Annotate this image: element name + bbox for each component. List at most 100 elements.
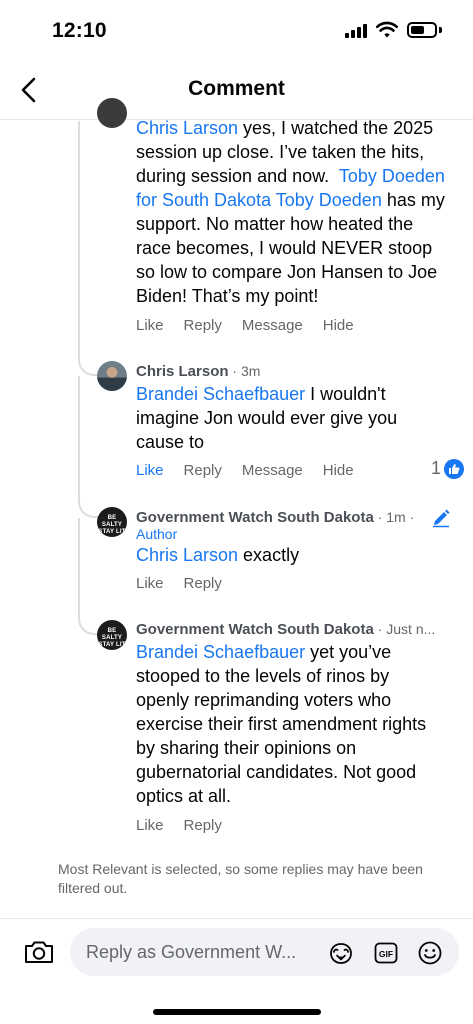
mention-link[interactable]: for South Dakota Toby Doeden (136, 190, 382, 210)
avatar[interactable] (97, 98, 127, 128)
comment-timestamp: · Just n... (373, 621, 436, 637)
comment-line: Chris Larson yes, I watched the 2025 (136, 116, 462, 140)
like-button[interactable]: Like (136, 575, 164, 592)
mention-link[interactable]: Chris Larson (136, 545, 238, 565)
author-name[interactable]: Chris Larson (136, 363, 229, 380)
comment-actions: Like Reply (136, 817, 242, 834)
hide-button[interactable]: Hide (323, 317, 354, 334)
emoji-icon[interactable] (417, 940, 443, 966)
edit-pencil-icon[interactable] (431, 508, 451, 528)
comment-body: Chris Larson exactly (136, 543, 462, 567)
comment-body: Brandei Schaefbauer yet you’ve stooped to… (136, 640, 462, 808)
comment-actions: Like Reply Message Hide (136, 317, 374, 334)
thread-connector (78, 496, 100, 518)
message-button[interactable]: Message (242, 462, 303, 479)
comment-text: support. No matter how heated the (136, 214, 414, 234)
hide-button[interactable]: Hide (323, 462, 354, 479)
comment-line: so low to compare Jon Hansen to Joe (136, 260, 462, 284)
comment-text: race becomes, I would NEVER stoop (136, 238, 433, 258)
comment-text: during session and now. (136, 166, 339, 186)
comment-text: exactly (238, 545, 300, 565)
mention-link[interactable]: Toby Doeden (339, 166, 445, 186)
comment-line: by sharing their opinions on (136, 736, 462, 760)
thread-line (78, 376, 80, 496)
mention-link[interactable]: Brandei Schaefbauer (136, 384, 305, 404)
thread-line (78, 121, 80, 354)
battery-nub (439, 27, 442, 33)
comment-header: Government Watch South Dakota · 1m · (136, 509, 414, 526)
thread-line (78, 518, 80, 613)
page-title: Comment (188, 77, 285, 100)
avatar-sticker-icon[interactable] (328, 940, 354, 966)
header: Comment (0, 60, 473, 120)
cellular-signal-icon (345, 24, 369, 38)
comment-line: optics at all. (136, 784, 462, 808)
comment-line: exercise their first amendment rights (136, 712, 462, 736)
comment-text: session up close. I’ve taken the hits, (136, 142, 425, 162)
home-indicator (153, 1009, 321, 1015)
camera-icon[interactable] (22, 935, 56, 969)
reaction-count[interactable]: 1 (431, 458, 464, 479)
comment-line: cause to (136, 430, 462, 454)
mention-link[interactable]: Chris Larson (136, 118, 238, 138)
svg-text:GIF: GIF (379, 949, 393, 959)
comment-text: optics at all. (136, 786, 232, 806)
filter-notice: Most Relevant is selected, so some repli… (58, 861, 423, 896)
comment-header: Chris Larson · 3m (136, 363, 260, 380)
comment-line: race becomes, I would NEVER stoop (136, 236, 462, 260)
reply-button[interactable]: Reply (184, 317, 222, 334)
comment-line: stooped to the levels of rinos by (136, 664, 462, 688)
author-badge: Author (136, 526, 178, 542)
like-button[interactable]: Like (136, 817, 164, 834)
comment-line: openly reprimanding voters who (136, 688, 462, 712)
message-button[interactable]: Message (242, 317, 303, 334)
comment-line: imagine Jon would ever give you (136, 406, 462, 430)
comment-line: support. No matter how heated the (136, 212, 462, 236)
avatar[interactable]: BE SALTY STAY LIT (97, 620, 127, 650)
reply-button[interactable]: Reply (184, 575, 222, 592)
comment-text: exercise their first amendment rights (136, 714, 427, 734)
comment-text: gubernatorial candidates. Not good (136, 762, 417, 782)
comment-text: so low to compare Jon Hansen to Joe (136, 262, 438, 282)
comment-text: Biden! That’s my point! (136, 286, 319, 306)
avatar[interactable] (97, 361, 127, 391)
comment-actions: Like Reply Message Hide (136, 462, 374, 479)
avatar-text: BE SALTY STAY LIT (98, 628, 126, 648)
comment-line: Biden! That’s my point! (136, 284, 462, 308)
reply-button[interactable]: Reply (184, 462, 222, 479)
comment-body: Chris Larson yes, I watched the 2025 sess… (136, 116, 462, 308)
status-bar: 12:10 (0, 0, 473, 60)
comment-line: Brandei Schaefbauer yet you’ve (136, 640, 462, 664)
avatar[interactable]: BE SALTY STAY LIT (97, 507, 127, 537)
comment-line: Chris Larson exactly (136, 543, 462, 567)
like-button[interactable]: Like (136, 317, 164, 334)
author-name[interactable]: Government Watch South Dakota (136, 621, 374, 638)
comment-text: cause to (136, 432, 205, 452)
reply-input[interactable] (86, 928, 322, 976)
comment-header: Government Watch South Dakota · Just n..… (136, 621, 435, 638)
comment-text: by sharing their opinions on (136, 738, 357, 758)
thumbs-up-icon (444, 458, 464, 479)
reply-button[interactable]: Reply (184, 817, 222, 834)
comment-line: Brandei Schaefbauer I wouldn't (136, 382, 462, 406)
reply-box[interactable]: GIF (70, 928, 459, 976)
comment-timestamp: · 3m (228, 363, 261, 379)
mention-link[interactable]: Brandei Schaefbauer (136, 642, 305, 662)
comment-text: imagine Jon would ever give you (136, 408, 398, 428)
comment-text: stooped to the levels of rinos by (136, 666, 390, 686)
author-name[interactable]: Government Watch South Dakota (136, 509, 374, 526)
reply-bar: GIF (0, 918, 473, 1024)
reaction-count-value: 1 (430, 458, 441, 478)
comment-line: during session and now. Toby Doeden (136, 164, 462, 188)
comment-actions: Like Reply (136, 575, 242, 592)
like-button[interactable]: Like (136, 462, 164, 479)
avatar-text: BE SALTY STAY LIT (98, 515, 126, 535)
comment-line: session up close. I’ve taken the hits, (136, 140, 462, 164)
comment-line: gubernatorial candidates. Not good (136, 760, 462, 784)
comment-text: yet you’ve (305, 642, 392, 662)
wifi-icon (376, 21, 398, 38)
comment-text: I wouldn't (305, 384, 386, 404)
comment-body: Brandei Schaefbauer I wouldn't imagine Jo… (136, 382, 462, 454)
status-time: 12:10 (52, 19, 107, 42)
gif-icon[interactable]: GIF (373, 940, 399, 966)
